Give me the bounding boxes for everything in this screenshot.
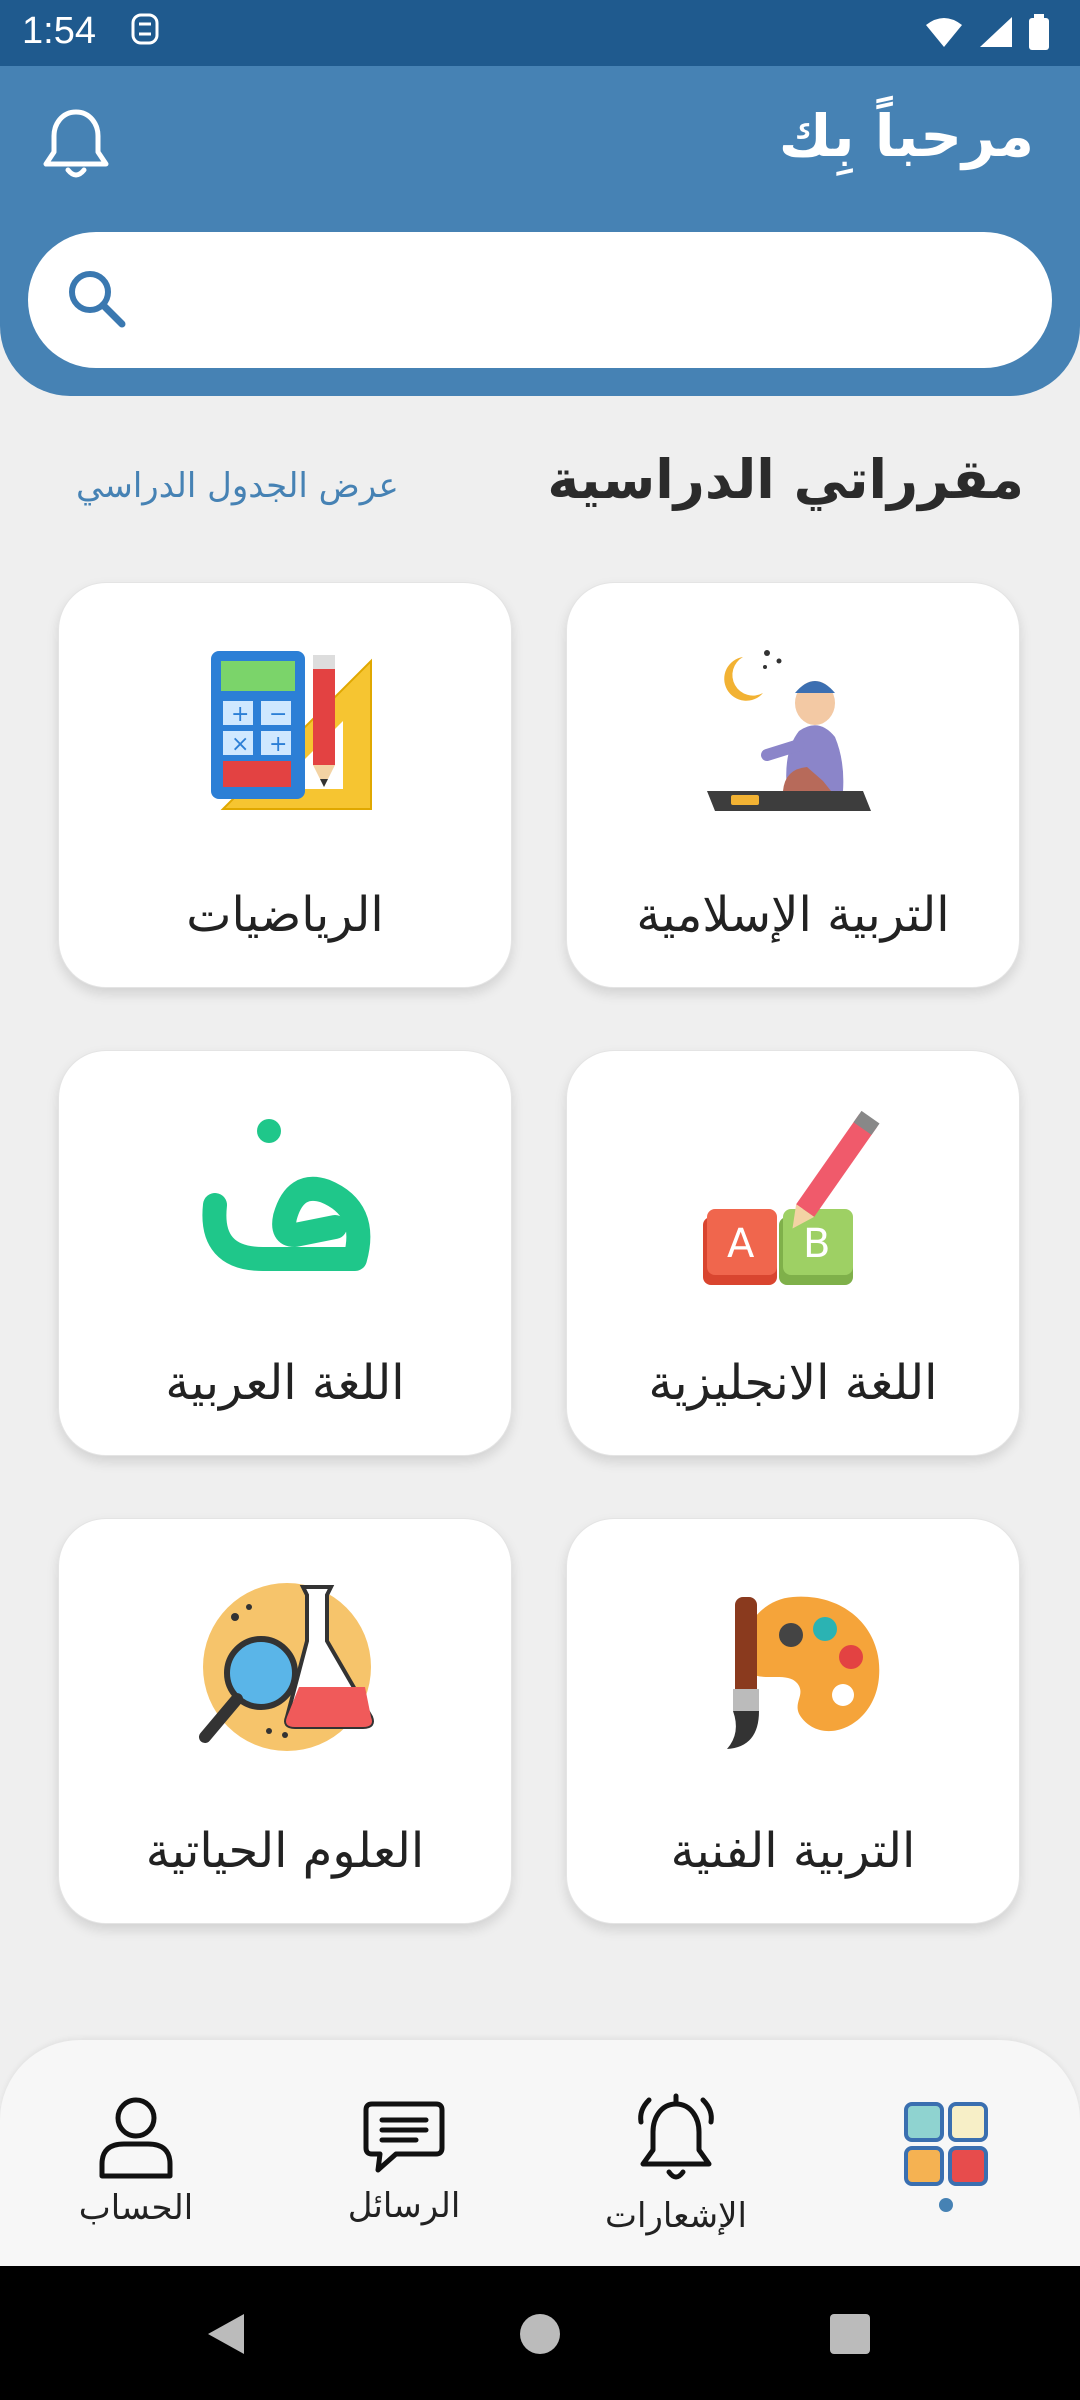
- active-indicator: [939, 2198, 953, 2212]
- course-card-arabic[interactable]: اللغة العربية: [58, 1050, 512, 1456]
- chat-icon[interactable]: [362, 2098, 446, 2178]
- svg-text:A: A: [727, 1221, 755, 1267]
- user-icon[interactable]: [96, 2094, 176, 2180]
- back-icon[interactable]: [204, 2310, 248, 2358]
- course-card-english[interactable]: A B اللغة الانجليزية: [566, 1050, 1020, 1456]
- bottom-navigation: الإشعارات الرسائل الحساب: [0, 2040, 1080, 2266]
- nav-label-account: الحساب: [78, 2188, 194, 2228]
- course-label: التربية الإسلامية: [636, 887, 950, 943]
- recents-icon[interactable]: [830, 2314, 870, 2354]
- svg-text:+: +: [269, 732, 287, 757]
- nav-label-notifications: الإشعارات: [605, 2196, 747, 2236]
- paint-palette-icon: [727, 1596, 880, 1749]
- battery-icon: [1029, 14, 1049, 50]
- abc-blocks-pencil-icon: A B: [703, 1110, 880, 1285]
- nav-home[interactable]: [846, 2102, 1046, 2212]
- home-icon[interactable]: [518, 2312, 562, 2356]
- status-time: 1:54: [22, 10, 96, 52]
- status-bar: 1:54: [0, 0, 1080, 66]
- course-label: الرياضيات: [186, 887, 384, 943]
- course-card-math[interactable]: + − × + الرياضيات: [58, 582, 512, 988]
- notifications-bell-icon[interactable]: [38, 106, 114, 182]
- course-label: التربية الفنية: [670, 1823, 916, 1879]
- nav-notifications[interactable]: الإشعارات: [576, 2092, 776, 2236]
- nav-messages[interactable]: الرسائل: [304, 2098, 504, 2226]
- course-card-islamic[interactable]: التربية الإسلامية: [566, 582, 1020, 988]
- course-label: اللغة الانجليزية: [648, 1355, 938, 1411]
- arabic-letter-icon: [202, 1119, 371, 1271]
- nav-label-messages: الرسائل: [347, 2186, 461, 2226]
- search-bar[interactable]: [28, 232, 1052, 368]
- view-schedule-link[interactable]: عرض الجدول الدراسي: [76, 466, 399, 506]
- search-input[interactable]: [148, 252, 1012, 350]
- nav-account[interactable]: الحساب: [36, 2094, 236, 2228]
- prayer-icon: [707, 650, 871, 811]
- course-label: اللغة العربية: [165, 1355, 405, 1411]
- course-card-life-sciences[interactable]: العلوم الحياتية: [58, 1518, 512, 1924]
- calculator-ruler-icon: + − × +: [211, 651, 372, 810]
- svg-text:−: −: [269, 702, 287, 727]
- system-navigation-bar: [0, 2266, 1080, 2400]
- header: مرحباً بِك: [0, 66, 1080, 396]
- grid-icon[interactable]: [904, 2102, 988, 2186]
- svg-text:B: B: [803, 1221, 830, 1267]
- svg-text:+: +: [231, 702, 249, 727]
- bell-icon[interactable]: [631, 2092, 721, 2188]
- status-indicators: [924, 14, 1050, 50]
- wifi-icon: [926, 18, 962, 47]
- science-flask-icon: [199, 1583, 374, 1751]
- section-title: مقرراتي الدراسية: [547, 448, 1024, 511]
- svg-text:×: ×: [231, 732, 249, 757]
- course-label: العلوم الحياتية: [145, 1823, 425, 1879]
- greeting-title: مرحباً بِك: [778, 102, 1034, 170]
- course-card-art[interactable]: التربية الفنية: [566, 1518, 1020, 1924]
- app-status-icon: [131, 13, 159, 45]
- signal-icon: [980, 17, 1012, 47]
- search-icon[interactable]: [62, 264, 132, 334]
